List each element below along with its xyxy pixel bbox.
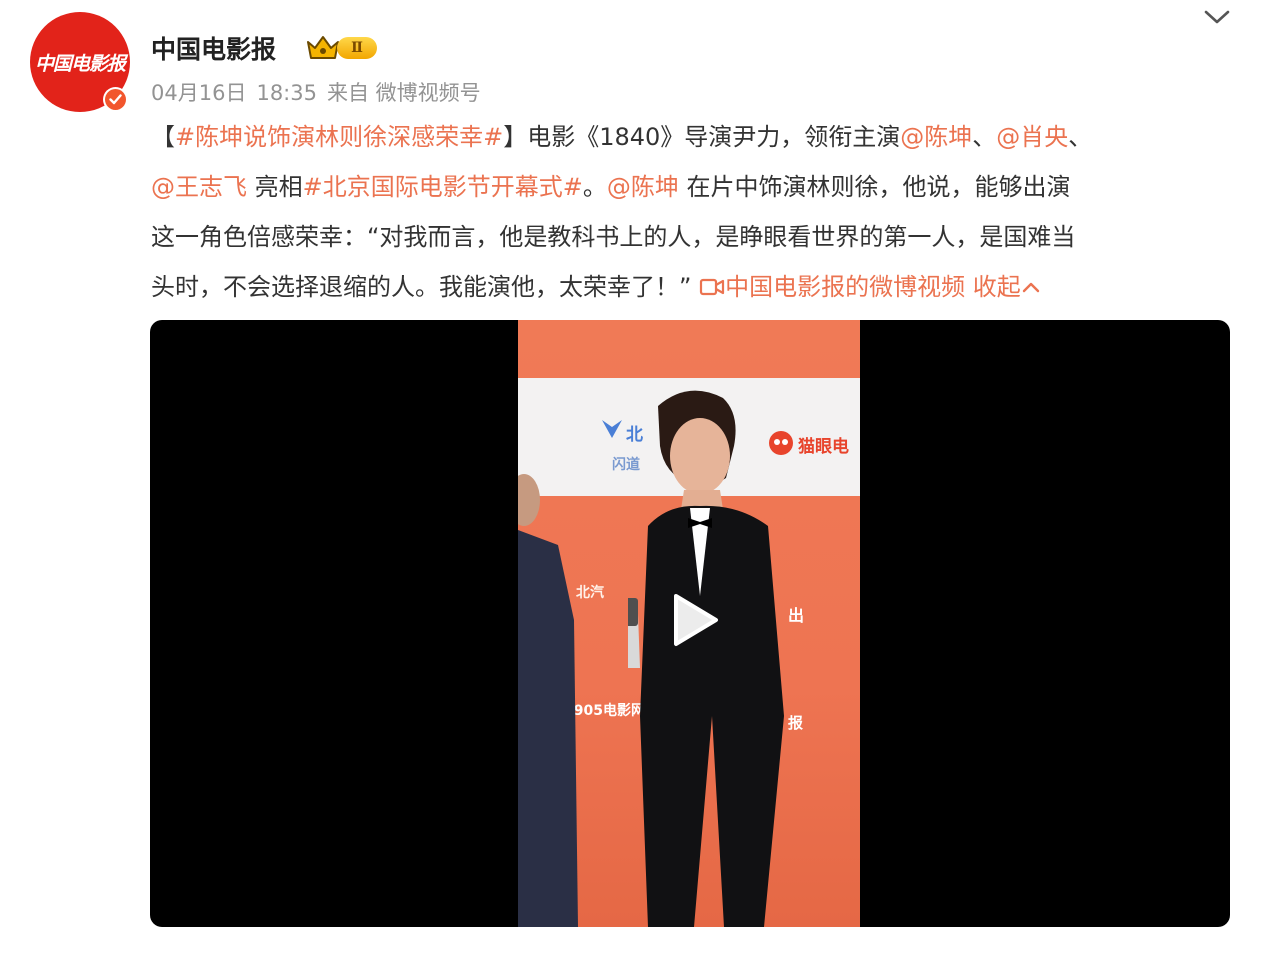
bracket-open: 【 [151,123,175,151]
sponsor-text: 猫眼电 [798,437,849,457]
collapse-button[interactable]: 收起 [973,273,1041,301]
hashtag-link[interactable]: #陈坤说饰演林则徐深感荣幸# [175,123,503,151]
logo-mark-icon [602,420,622,438]
mention-link[interactable]: @陈坤 [607,173,679,201]
separator: 、 [972,123,997,151]
separator: 、 [1068,123,1093,151]
chevron-down-icon[interactable] [1202,6,1232,28]
post-text-segment: 电影《1840》导演尹力，领衔主演 [527,123,901,151]
post-text: 【#陈坤说饰演林则徐深感荣幸#】电影《1840》导演尹力，领衔主演@陈坤、@肖央… [151,112,1241,312]
mention-link[interactable]: @肖央 [996,123,1068,151]
post-text-segment: 头时，不会选择退缩的人。我能演他，太荣幸了！” [151,273,692,301]
person-silhouette [628,390,784,927]
mention-link[interactable]: @王志飞 [151,173,247,201]
text-line: 这一角色倍感荣幸：“对我而言，他是教科书上的人，是睁眼看世界的第一人，是国难当 [151,223,1076,251]
post-date[interactable]: 04月16日 [151,81,246,105]
text-line: @王志飞 亮相#北京国际电影节开幕式#。@陈坤 在片中饰演林则徐，他说，能够出演 [151,162,1241,212]
video-player[interactable]: 北 闪道 猫眼电 北汽 1905电影网 出 报 [150,320,1230,927]
post-text-segment: 。 [582,173,607,201]
post-source[interactable]: 来自 微博视频号 [327,81,481,105]
hashtag-link[interactable]: #北京国际电影节开幕式# [303,173,583,201]
video-link[interactable]: 中国电影报的微博视频 [699,273,973,301]
text-line: 【#陈坤说饰演林则徐深感荣幸#】电影《1840》导演尹力，领衔主演@陈坤、@肖央… [151,112,1241,162]
collapse-label: 收起 [972,273,1021,301]
post-time[interactable]: 18:35 [256,81,317,105]
crown-icon [307,36,339,59]
play-icon[interactable] [662,590,722,650]
vip-badge[interactable]: Ⅱ [305,34,377,62]
bracket-close: 】 [503,123,528,151]
vip-level: Ⅱ [337,37,377,59]
post-meta: 04月16日 18:35 来自 微博视频号 [151,77,491,107]
post-text-segment: 在片中饰演林则徐，他说，能够出演 [678,173,1071,201]
mention-link[interactable]: @陈坤 [900,123,972,151]
post-text-segment: 亮相 [247,173,303,201]
verified-icon [103,87,128,112]
text-line: 头时，不会选择退缩的人。我能演他，太荣幸了！” 中国电影报的微博视频 收起 [151,262,1241,312]
video-icon [699,278,725,296]
account-name[interactable]: 中国电影报 [151,30,276,66]
avatar-logo-text: 中国电影报 [34,52,126,75]
video-link-label: 中国电影报的微博视频 [725,273,966,301]
chevron-up-icon [1022,282,1039,293]
person-left-silhouette [518,474,578,927]
